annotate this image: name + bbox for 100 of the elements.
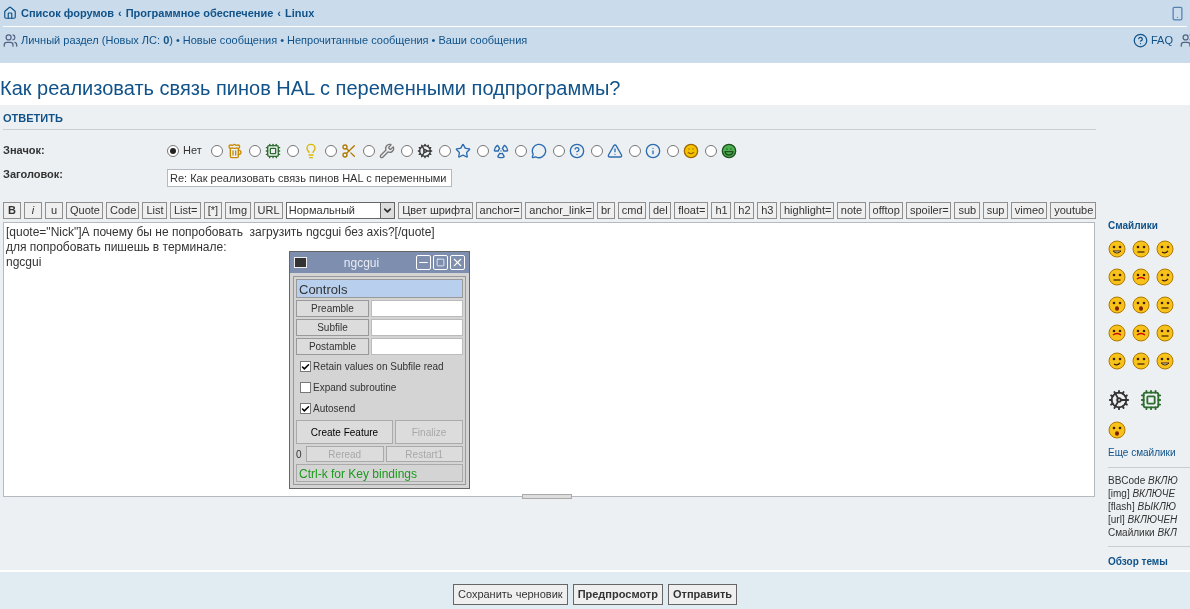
home-icon[interactable]	[3, 6, 17, 20]
format-button[interactable]: Цвет шрифта	[398, 201, 473, 219]
help-icon[interactable]	[1133, 33, 1148, 48]
format-button[interactable]: anchor_link=	[525, 201, 594, 219]
format-button[interactable]: float=	[674, 201, 709, 219]
size-select[interactable]: Нормальный	[285, 201, 396, 219]
radio-button[interactable]	[514, 144, 527, 157]
format-button[interactable]: h1	[711, 201, 732, 219]
file-field[interactable]	[371, 300, 463, 317]
format-button[interactable]: Img	[224, 201, 251, 219]
breadcrumb-link[interactable]: Программное обеспечение	[125, 4, 274, 22]
smiley-icon[interactable]	[1156, 352, 1174, 370]
smiley-icon[interactable]	[1132, 352, 1150, 370]
format-button[interactable]: anchor=	[475, 201, 523, 219]
maximize-icon[interactable]	[433, 255, 448, 270]
format-button[interactable]: [*]	[203, 201, 222, 219]
radio-button[interactable]	[438, 144, 451, 157]
format-button[interactable]: br	[596, 201, 615, 219]
file-button[interactable]: Preamble	[296, 300, 369, 317]
subject-field[interactable]: Re: Как реализовать связь пинов HAL с переменными	[167, 168, 452, 187]
radio-button[interactable]	[210, 144, 223, 157]
nav-link[interactable]: Личный раздел (Новых ЛС: 0)	[21, 32, 173, 49]
action-button[interactable]: Create Feature	[296, 420, 393, 444]
status-line: Смайлики ВКЛ	[1108, 526, 1178, 539]
radio-button[interactable]	[167, 144, 179, 157]
format-button[interactable]: B	[3, 201, 21, 219]
file-button[interactable]: Postamble	[296, 338, 369, 355]
minimize-icon[interactable]	[416, 255, 431, 270]
resize-handle[interactable]	[522, 493, 572, 499]
smiley-icon[interactable]	[1132, 296, 1150, 314]
format-button[interactable]: sup	[982, 201, 1008, 219]
radio-button[interactable]	[248, 144, 261, 157]
smiley-icon[interactable]	[1108, 421, 1126, 439]
nav-separator: •	[280, 33, 285, 49]
faq-link[interactable]: FAQ	[1151, 32, 1173, 49]
checkbox[interactable]	[300, 382, 311, 393]
smiley-icon[interactable]	[1156, 296, 1174, 314]
smiley-icon[interactable]	[1132, 324, 1150, 342]
format-button[interactable]: cmd	[617, 201, 646, 219]
format-button[interactable]: highlight=	[780, 201, 834, 219]
radio-button[interactable]	[590, 144, 603, 157]
radio-button[interactable]	[362, 144, 375, 157]
format-button[interactable]: h3	[757, 201, 777, 219]
submit-button[interactable]: Предпросмотр	[572, 584, 663, 605]
format-button[interactable]: List=	[169, 201, 201, 219]
format-button[interactable]: Quote	[66, 201, 103, 219]
smiley-icon[interactable]	[1132, 268, 1150, 286]
submit-button[interactable]: Отправить	[667, 584, 738, 605]
format-button[interactable]: List	[142, 201, 167, 219]
breadcrumb-link[interactable]: Список форумов	[21, 4, 114, 22]
more-smilies-link[interactable]: Еще смайлики	[1108, 445, 1190, 460]
format-button[interactable]: note	[836, 201, 866, 219]
format-button[interactable]: offtop	[868, 201, 903, 219]
format-button[interactable]: del	[648, 201, 672, 219]
radio-button[interactable]	[400, 144, 413, 157]
smiley-icon[interactable]	[1108, 324, 1126, 342]
smiley-icon[interactable]	[1156, 324, 1174, 342]
message-line: ngcgui	[6, 254, 42, 270]
breadcrumb-link[interactable]: Linux	[285, 4, 315, 22]
format-button[interactable]: u	[45, 201, 63, 219]
radio-button[interactable]	[286, 144, 299, 157]
radio-button[interactable]	[324, 144, 337, 157]
section-header: Controls	[296, 279, 463, 298]
circuit-board-icon[interactable]	[1140, 389, 1162, 411]
submit-button[interactable]: Сохранить черновик	[452, 584, 568, 605]
nav-link[interactable]: Ваши сообщения	[438, 32, 528, 49]
circuit-board-icon	[264, 142, 281, 159]
smiley-icon[interactable]	[1108, 296, 1126, 314]
format-button[interactable]: sub	[954, 201, 980, 219]
smiley-icon[interactable]	[1156, 240, 1174, 258]
radio-button[interactable]	[704, 144, 717, 157]
close-icon[interactable]	[450, 255, 465, 270]
radio-button[interactable]	[628, 144, 641, 157]
file-field[interactable]	[371, 319, 463, 336]
format-button[interactable]: vimeo	[1010, 201, 1048, 219]
nav-link[interactable]: Непрочитанные сообщения	[287, 32, 429, 49]
radio-button[interactable]	[552, 144, 565, 157]
format-button[interactable]: spoiler=	[905, 201, 952, 219]
status-text: Ctrl-k for Key bindings	[296, 464, 463, 482]
format-button[interactable]: i	[24, 201, 42, 219]
smiley-icon[interactable]	[1132, 240, 1150, 258]
format-button[interactable]: URL	[253, 201, 283, 219]
smiley-icon[interactable]	[1108, 268, 1126, 286]
smiley-icon[interactable]	[1108, 240, 1126, 258]
file-button[interactable]: Subfile	[296, 319, 369, 336]
topic-review-link[interactable]: Обзор темы	[1108, 556, 1168, 567]
format-button[interactable]: h2	[734, 201, 755, 219]
format-button[interactable]: youtube	[1050, 201, 1096, 219]
mobile-icon[interactable]	[1170, 5, 1185, 21]
nav-link[interactable]: Новые сообщения	[182, 32, 278, 49]
format-button[interactable]: Code	[105, 201, 140, 219]
user-icon[interactable]	[3, 33, 18, 48]
smiley-icon[interactable]	[1108, 352, 1126, 370]
smiley-icon[interactable]	[1156, 268, 1174, 286]
radio-button[interactable]	[476, 144, 489, 157]
checkbox[interactable]	[300, 403, 311, 414]
radio-button[interactable]	[666, 144, 679, 157]
checkbox[interactable]	[300, 361, 311, 372]
beer-icon	[226, 142, 243, 159]
file-field[interactable]	[371, 338, 463, 355]
